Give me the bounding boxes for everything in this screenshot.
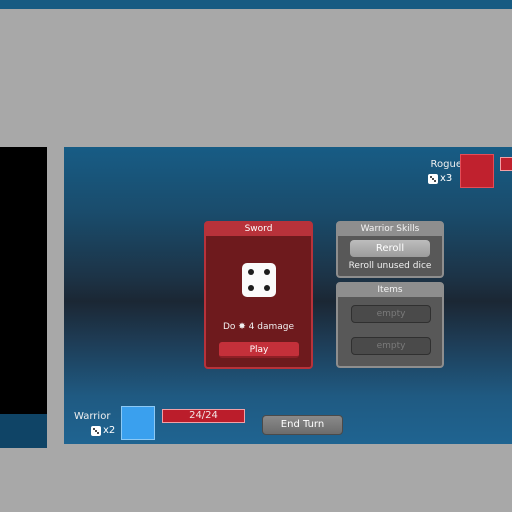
end-turn-button[interactable]: End Turn	[262, 415, 343, 435]
side-viewport	[0, 147, 47, 448]
card-description: Do ✸ 4 damage	[222, 322, 295, 332]
divider	[47, 147, 64, 448]
play-button[interactable]: Play	[219, 342, 299, 358]
sword-card[interactable]: Sword Do ✸ 4 damage Play	[204, 221, 313, 369]
player-dice-label: x2	[103, 425, 116, 436]
enemy-hp-bar	[500, 157, 512, 171]
player-dice-count: x2	[91, 425, 115, 436]
card-title: Items	[338, 284, 442, 297]
enemy-name: Rogue	[430, 159, 462, 170]
top-strip	[0, 0, 512, 9]
player-portrait[interactable]	[121, 406, 155, 440]
skills-card: Warrior Skills Reroll Reroll unused dice	[336, 221, 444, 278]
skill-description: Reroll unused dice	[348, 261, 432, 271]
enemy-dice-label: x3	[440, 173, 453, 184]
card-title: Sword	[206, 223, 311, 236]
side-viewport-footer	[0, 414, 47, 448]
enemy-portrait[interactable]	[460, 154, 494, 188]
card-title: Warrior Skills	[338, 223, 442, 236]
enemy-dice-count: x3	[428, 173, 452, 184]
dice-icon	[91, 425, 101, 436]
player-hp-bar: 24/24	[162, 409, 245, 423]
player-name: Warrior	[74, 411, 111, 422]
reroll-button[interactable]: Reroll	[350, 240, 430, 257]
items-card: Items empty empty	[336, 282, 444, 368]
dice-slot-icon[interactable]	[242, 263, 276, 297]
item-slot[interactable]: empty	[351, 337, 431, 355]
item-slot[interactable]: empty	[351, 305, 431, 323]
game-board: Rogue x3 Sword Do ✸ 4 damage Play Warrio…	[64, 147, 512, 444]
dice-icon	[428, 173, 438, 184]
